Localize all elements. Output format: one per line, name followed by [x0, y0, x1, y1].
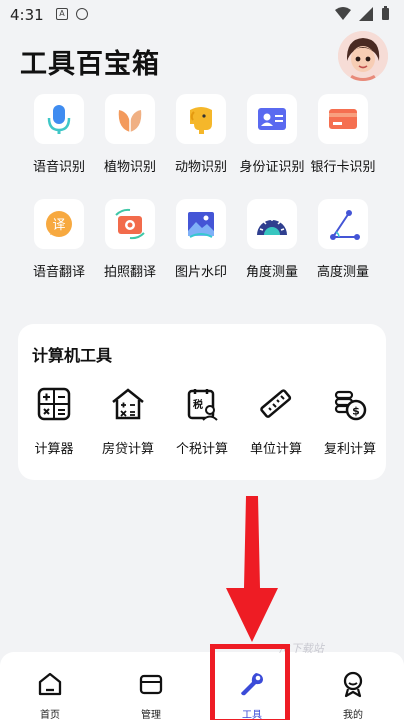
calc-label: 计算器 — [34, 442, 74, 457]
calc-house-loan[interactable]: 房贷计算 — [92, 386, 164, 457]
home-icon — [38, 672, 62, 696]
signal-icon — [359, 6, 373, 21]
status-time: 4:31 — [10, 6, 44, 24]
camera-translate-icon — [115, 208, 145, 240]
annotation-arrow — [226, 496, 278, 642]
bank-card-icon — [329, 109, 357, 129]
image-watermark-icon — [188, 212, 214, 238]
card-title: 计算机工具 — [32, 346, 113, 365]
ruler-icon — [260, 389, 292, 418]
coins-icon: $ — [334, 390, 367, 421]
tool-label: 语音识别 — [32, 160, 85, 175]
calc-unit-conversion[interactable]: 单位计算 — [240, 386, 312, 457]
shield-icon — [76, 8, 88, 20]
tool-voice-recognition[interactable]: 语音识别 — [22, 94, 96, 175]
tool-animal-recognition[interactable]: 动物识别 — [164, 94, 238, 175]
battery-icon — [382, 6, 389, 20]
nav-item-manage[interactable]: 管理 — [121, 670, 181, 720]
height-measure-icon — [330, 210, 360, 240]
leaf-icon — [118, 110, 142, 132]
tool-angle-measure[interactable]: 角度测量 — [235, 199, 309, 280]
tool-label: 高度测量 — [316, 265, 369, 280]
tax-badge-text: 税 — [193, 398, 203, 411]
profile-icon — [343, 671, 363, 698]
tool-plant-recognition[interactable]: 植物识别 — [93, 94, 167, 175]
tool-image-watermark[interactable]: 图片水印 — [164, 199, 238, 280]
annotation-highlight-box — [210, 644, 290, 720]
tool-height-measure[interactable]: 高度测量 — [306, 199, 380, 280]
tool-label: 银行卡识别 — [310, 160, 376, 175]
tool-label: 动物识别 — [174, 160, 227, 175]
microphone-icon — [47, 105, 71, 134]
tool-label: 拍照翻译 — [103, 265, 156, 280]
tool-photo-translate[interactable]: 拍照翻译 — [93, 199, 167, 280]
page-title: 工具百宝箱 — [20, 49, 160, 80]
tool-voice-translate[interactable]: 译 语音翻译 — [22, 199, 96, 280]
calc-label: 单位计算 — [249, 442, 302, 457]
tax-icon: 税 — [187, 389, 218, 421]
bottom-nav: 首页 管理 工具 我的 — [0, 652, 404, 720]
svg-text:$: $ — [352, 405, 360, 418]
avatar[interactable] — [338, 31, 388, 81]
nav-item-mine[interactable]: 我的 — [323, 670, 383, 720]
nav-label: 管理 — [141, 710, 161, 720]
calculator-icon — [37, 387, 71, 421]
tool-label: 语音翻译 — [32, 265, 85, 280]
calc-income-tax[interactable]: 税 个税计算 — [166, 386, 238, 457]
tool-bank-card-recognition[interactable]: 银行卡识别 — [306, 94, 380, 175]
calc-label: 复利计算 — [323, 442, 376, 457]
tool-label: 角度测量 — [245, 265, 298, 280]
tool-label: 植物识别 — [103, 160, 156, 175]
nav-item-home[interactable]: 首页 — [20, 670, 80, 720]
folder-icon — [139, 674, 163, 695]
calc-calculator[interactable]: 计算器 — [18, 386, 90, 457]
wifi-icon — [335, 6, 351, 20]
elephant-icon — [190, 107, 212, 134]
nav-label: 首页 — [40, 710, 60, 720]
protractor-icon — [257, 218, 287, 235]
status-bar: 4:31 A — [0, 0, 404, 28]
calc-label: 个税计算 — [175, 442, 228, 457]
tool-label: 图片水印 — [174, 265, 227, 280]
calculator-tools-card: 计算机工具 计算器 房贷计算 税 个税计算 单位计算 $ 复利计算 — [18, 324, 386, 480]
id-card-icon — [258, 108, 286, 130]
nav-label: 我的 — [343, 710, 363, 720]
notification-a-icon: A — [56, 8, 68, 20]
house-loan-icon — [112, 388, 144, 420]
tool-label: 身份证识别 — [239, 160, 305, 175]
svg-text:译: 译 — [52, 218, 65, 233]
tool-id-card-recognition[interactable]: 身份证识别 — [235, 94, 309, 175]
calc-compound-interest[interactable]: $ 复利计算 — [314, 386, 386, 457]
calc-label: 房贷计算 — [101, 442, 154, 457]
voice-translate-icon: 译 — [46, 211, 72, 237]
